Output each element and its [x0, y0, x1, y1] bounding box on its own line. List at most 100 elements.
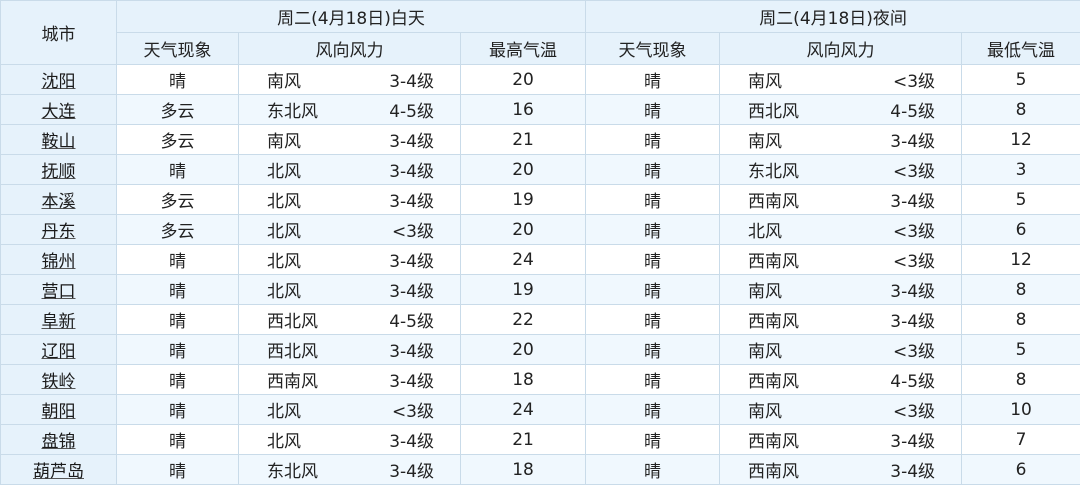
night-wind-force: <3级 [892, 252, 936, 272]
city-column-header: 城市 [0, 0, 117, 65]
day-wind-direction: 西南风 [267, 372, 318, 392]
day-weather-header: 天气现象 [116, 32, 239, 65]
low-temp-cell: 8 [961, 274, 1080, 305]
day-wind-cell: 北风 3-4级 [238, 184, 461, 215]
city-link[interactable]: 鞍山 [42, 132, 76, 152]
day-weather-cell: 多云 [116, 184, 239, 215]
low-temp-header: 最低气温 [961, 32, 1080, 65]
city-cell: 沈阳 [0, 64, 117, 95]
low-temp-cell: 3 [961, 154, 1080, 185]
night-wind-force: 3-4级 [890, 132, 936, 152]
night-wind-force: <3级 [892, 342, 936, 362]
night-wind-cell: 北风 <3级 [719, 214, 963, 245]
city-link[interactable]: 丹东 [42, 222, 76, 242]
low-temp-cell: 7 [961, 424, 1080, 455]
night-weather-cell: 晴 [585, 274, 721, 305]
day-wind-direction: 东北风 [267, 102, 318, 122]
night-wind-cell: 西南风 <3级 [719, 244, 963, 275]
day-wind-cell: 东北风 3-4级 [238, 454, 461, 485]
low-temp-cell: 10 [961, 394, 1080, 425]
city-link[interactable]: 抚顺 [42, 162, 76, 182]
day-wind-direction: 北风 [267, 192, 301, 212]
night-wind-direction: 西南风 [748, 192, 800, 212]
day-group-header: 周二(4月18日)白天 [115, 0, 587, 33]
day-weather-cell: 多云 [116, 94, 239, 125]
night-wind-force: 4-5级 [890, 372, 936, 392]
day-wind-direction: 北风 [267, 252, 301, 272]
city-cell: 锦州 [0, 244, 117, 275]
day-weather-cell: 晴 [116, 154, 239, 185]
high-temp-cell: 20 [459, 334, 587, 365]
table-row: 大连 多云 东北风 4-5级 16 晴 西北风 4-5级 8 [0, 94, 1080, 125]
day-wind-cell: 西南风 3-4级 [238, 364, 461, 395]
city-link[interactable]: 锦州 [42, 252, 76, 272]
night-wind-cell: 西南风 3-4级 [719, 454, 963, 485]
night-wind-direction: 南风 [748, 132, 783, 152]
day-weather-cell: 多云 [116, 214, 239, 245]
table-row: 阜新晴西北风 4-5级 22 晴西南风 3-4级 8 [0, 304, 1080, 335]
day-wind-cell: 北风 <3级 [238, 214, 461, 245]
day-weather-cell: 晴 [116, 334, 239, 365]
city-cell: 抚顺 [0, 154, 117, 185]
city-link[interactable]: 营口 [42, 282, 76, 302]
low-temp-cell: 8 [961, 364, 1080, 395]
weather-forecast-table: 城市 周二(4月18日)白天 周二(4月18日)夜间 天气现象 风向风力 最高气… [0, 0, 1080, 485]
high-temp-cell: 21 [459, 124, 587, 155]
day-wind-cell: 东北风 4-5级 [238, 94, 461, 125]
city-link[interactable]: 葫芦岛 [33, 462, 84, 482]
day-wind-direction: 东北风 [267, 462, 318, 482]
day-wind-cell: 西北风 3-4级 [238, 334, 461, 365]
low-temp-cell: 5 [961, 64, 1080, 95]
day-wind-cell: 北风 3-4级 [238, 424, 461, 455]
night-weather-cell: 晴 [585, 244, 721, 275]
day-wind-force: 3-4级 [389, 342, 434, 362]
city-cell: 盘锦 [0, 424, 117, 455]
city-link[interactable]: 阜新 [42, 312, 76, 332]
city-link[interactable]: 盘锦 [42, 432, 76, 452]
city-cell: 营口 [0, 274, 117, 305]
city-link[interactable]: 本溪 [42, 192, 76, 212]
table-row: 营口晴北风 3-4级 19 晴南风 3-4级 8 [0, 274, 1080, 305]
day-weather-cell: 晴 [116, 454, 239, 485]
day-weather-cell: 晴 [116, 244, 239, 275]
table-row: 葫芦岛晴东北风 3-4级 18 晴西南风 3-4级 6 [0, 454, 1080, 485]
low-temp-cell: 5 [961, 334, 1080, 365]
low-temp-cell: 5 [961, 184, 1080, 215]
table-body: 沈阳晴南风 3-4级 20 晴南风 <3级 5 大连 多云 东北风 4-5级 16 晴西北风 4-5级 8… [0, 64, 1080, 485]
night-wind-cell: 西南风 4-5级 [719, 364, 963, 395]
low-temp-cell: 6 [961, 454, 1080, 485]
high-temp-cell: 22 [459, 304, 587, 335]
night-wind-cell: 东北风 <3级 [719, 154, 963, 185]
day-wind-force: 3-4级 [389, 282, 434, 302]
day-wind-force: 3-4级 [389, 132, 434, 152]
table-row: 铁岭晴西南风 3-4级 18 晴西南风 4-5级 8 [0, 364, 1080, 395]
table-row: 抚顺晴北风 3-4级 20 晴东北风 <3级 3 [0, 154, 1080, 185]
night-wind-header: 风向风力 [719, 32, 963, 65]
day-weather-cell: 多云 [116, 124, 239, 155]
night-weather-header: 天气现象 [585, 32, 721, 65]
day-wind-header: 风向风力 [238, 32, 461, 65]
city-cell: 葫芦岛 [0, 454, 117, 485]
city-link[interactable]: 朝阳 [42, 402, 76, 422]
city-link[interactable]: 铁岭 [42, 372, 76, 392]
night-wind-direction: 西南风 [748, 462, 800, 482]
day-wind-force: 3-4级 [389, 162, 434, 182]
city-link[interactable]: 沈阳 [42, 72, 76, 92]
night-wind-cell: 南风 <3级 [719, 334, 963, 365]
city-cell: 辽阳 [0, 334, 117, 365]
city-link[interactable]: 大连 [42, 102, 76, 122]
day-weather-cell: 晴 [116, 364, 239, 395]
night-wind-force: 3-4级 [890, 432, 936, 452]
night-weather-cell: 晴 [585, 394, 721, 425]
night-weather-cell: 晴 [585, 424, 721, 455]
high-temp-cell: 24 [459, 394, 587, 425]
city-cell: 铁岭 [0, 364, 117, 395]
night-wind-force: <3级 [892, 222, 936, 242]
high-temp-cell: 21 [459, 424, 587, 455]
high-temp-cell: 18 [459, 454, 587, 485]
city-link[interactable]: 辽阳 [42, 342, 76, 362]
night-group-header: 周二(4月18日)夜间 [585, 0, 1080, 33]
day-wind-force: 4-5级 [389, 312, 434, 332]
night-wind-force: 3-4级 [890, 192, 936, 212]
day-wind-cell: 南风 3-4级 [238, 124, 461, 155]
